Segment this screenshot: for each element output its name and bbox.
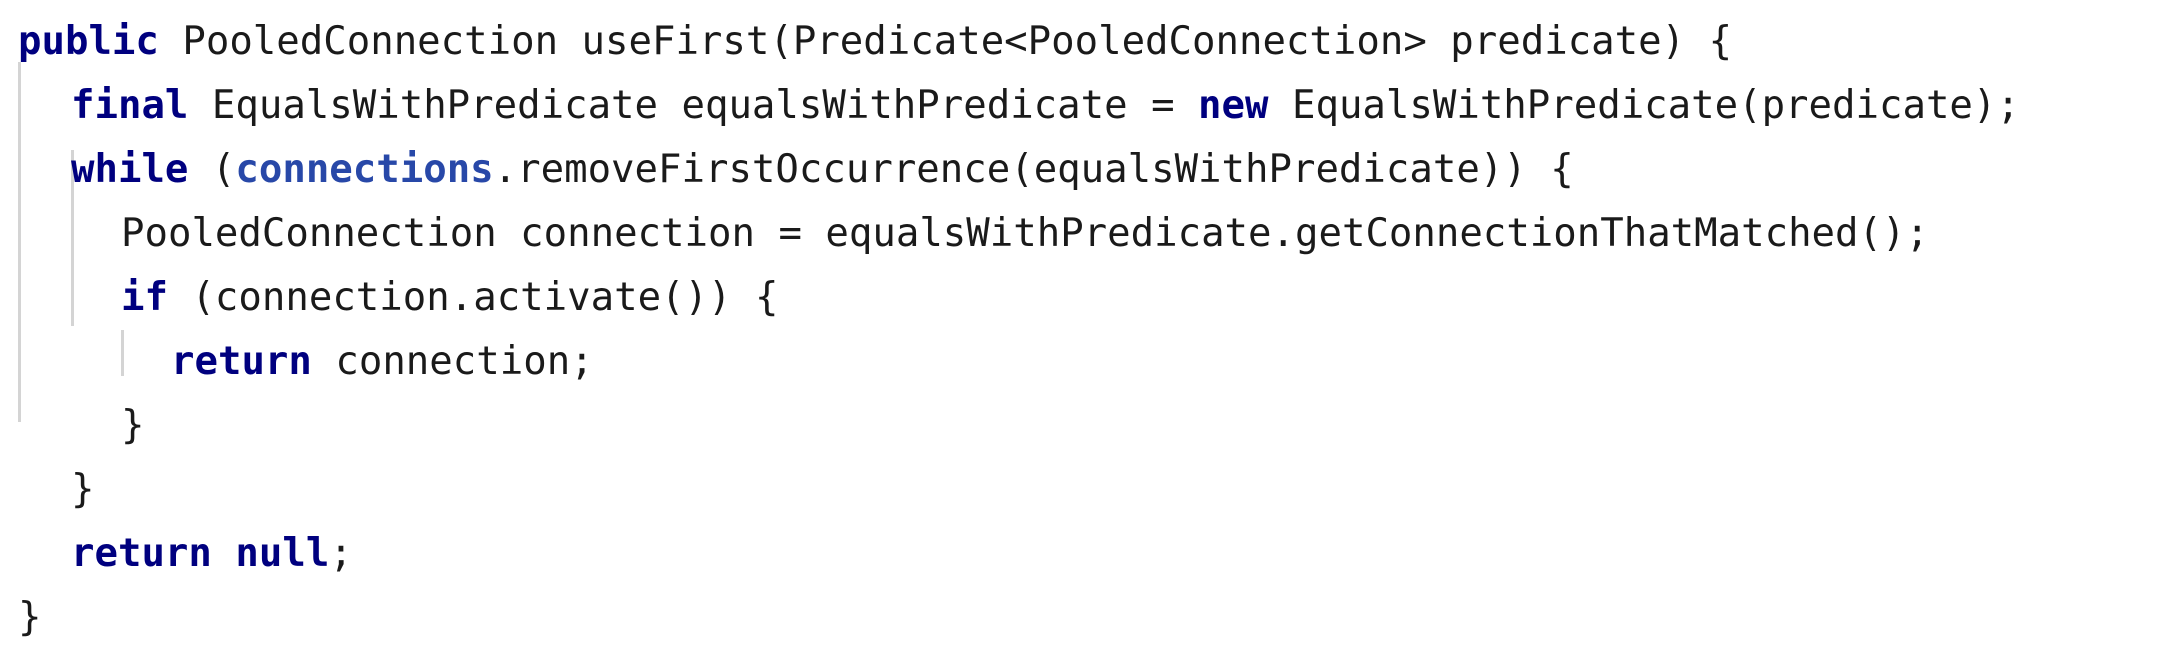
indent-guide-level-1 — [18, 62, 21, 422]
keyword-while: while — [71, 147, 189, 192]
keyword-public: public — [18, 19, 159, 64]
code-line-7[interactable]: } — [121, 394, 144, 458]
code-text: PooledConnection useFirst(Predicate<Pool… — [158, 19, 1733, 64]
keyword-final: final — [71, 83, 189, 128]
code-text: ( — [188, 147, 236, 192]
indent-guide-level-3 — [121, 330, 124, 376]
code-line-6[interactable]: return connection; — [171, 330, 594, 394]
code-line-9[interactable]: return null; — [71, 522, 353, 586]
code-text: connection; — [311, 339, 594, 384]
code-editor[interactable]: public PooledConnection useFirst(Predica… — [0, 0, 2163, 657]
code-text: .removeFirstOccurrence(equalsWithPredica… — [493, 147, 1574, 192]
code-text: EqualsWithPredicate(predicate); — [1268, 83, 2020, 128]
code-text: EqualsWithPredicate equalsWithPredicate … — [188, 83, 1199, 128]
keyword-null: null — [235, 531, 330, 576]
keyword-new: new — [1198, 83, 1269, 128]
closing-brace: } — [71, 467, 95, 512]
code-line-10[interactable]: } — [18, 586, 41, 650]
code-line-3[interactable]: while (connections.removeFirstOccurrence… — [71, 138, 1574, 202]
keyword-if: if — [121, 275, 168, 320]
code-text: PooledConnection connection = equalsWith… — [121, 211, 1929, 256]
code-line-4[interactable]: PooledConnection connection = equalsWith… — [121, 202, 1929, 266]
code-text: ; — [329, 531, 353, 576]
code-line-5[interactable]: if (connection.activate()) { — [121, 266, 778, 330]
closing-brace: } — [121, 403, 145, 448]
code-text: (connection.activate()) { — [167, 275, 779, 320]
code-line-8[interactable]: } — [71, 458, 94, 522]
closing-brace: } — [18, 595, 42, 640]
code-line-2[interactable]: final EqualsWithPredicate equalsWithPred… — [71, 74, 2020, 138]
keyword-return: return — [171, 339, 312, 384]
field-connections: connections — [235, 147, 494, 192]
keyword-return: return — [71, 531, 212, 576]
code-line-1[interactable]: public PooledConnection useFirst(Predica… — [18, 10, 1732, 74]
